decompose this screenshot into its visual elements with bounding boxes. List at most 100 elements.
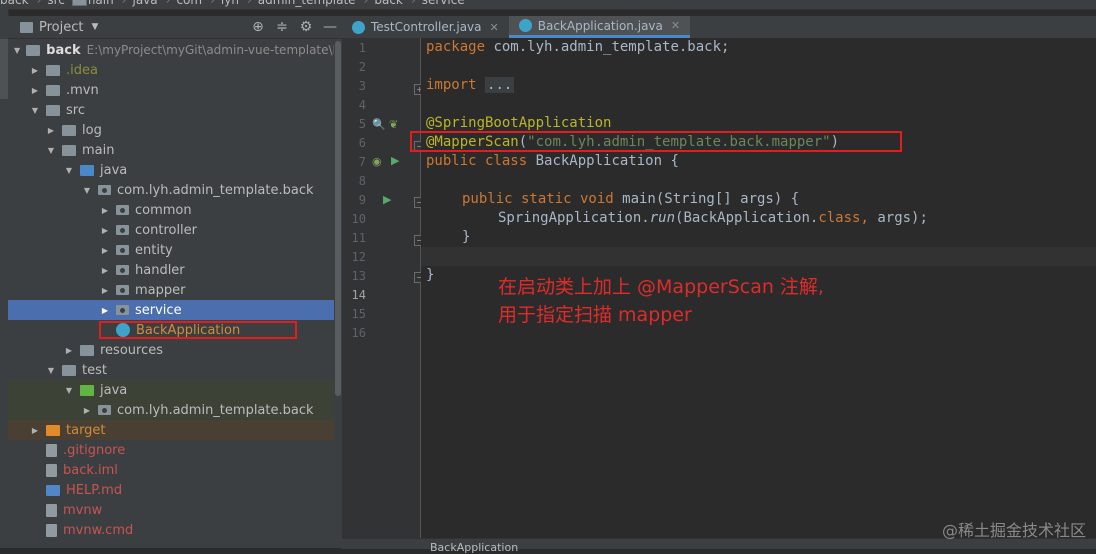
project-view-selector[interactable]: Project <box>39 20 83 35</box>
line-number: 10 <box>351 212 366 226</box>
tree-item-help-md[interactable]: ▶ HELP.md <box>8 480 334 500</box>
tab-testcontroller[interactable]: TestController.java ✕ <box>342 16 509 38</box>
breadcrumb-item[interactable]: back › <box>72 0 416 7</box>
expand-arrow-icon[interactable]: ▶ <box>30 86 40 95</box>
folded-imports[interactable]: ... <box>485 77 515 93</box>
folder-icon <box>62 364 76 376</box>
project-tree-scrollbar[interactable] <box>334 39 342 548</box>
locate-file-icon[interactable]: ⊕ <box>246 19 270 35</box>
expand-arrow-icon[interactable]: ▶ <box>100 286 110 295</box>
tree-item-mapper[interactable]: ▶ mapper <box>8 280 334 300</box>
code-text: } <box>426 267 435 283</box>
expand-arrow-icon[interactable]: ▶ <box>30 66 40 75</box>
tree-item-label: back <box>46 42 81 58</box>
expand-arrow-icon[interactable]: ▶ <box>100 206 110 215</box>
expand-arrow-icon[interactable]: ▼ <box>30 106 40 115</box>
code-line-9: public class BackApplication { <box>426 153 679 172</box>
tab-backapplication[interactable]: BackApplication.java ✕ <box>508 16 691 38</box>
tree-item-mvnw-cmd[interactable]: ▶ mvnw.cmd <box>8 520 334 540</box>
test-folder-icon <box>80 384 94 396</box>
tree-item-resources[interactable]: ▶ resources <box>8 340 334 360</box>
chevron-right-icon: › <box>363 0 369 7</box>
breadcrumb-item[interactable]: service <box>72 0 465 7</box>
spring-bean-icon[interactable]: ◉ <box>372 155 382 168</box>
close-icon[interactable]: ✕ <box>671 19 680 32</box>
tree-item-main[interactable]: ▼ main <box>8 140 334 160</box>
tree-item-log[interactable]: ▶ log <box>8 120 334 140</box>
line-number: 2 <box>358 60 366 74</box>
tree-item-test-java[interactable]: ▼ java <box>8 380 334 400</box>
expand-arrow-icon[interactable]: ▼ <box>64 386 74 395</box>
expand-arrow-icon[interactable]: ▶ <box>30 426 40 435</box>
folder-icon <box>62 124 76 136</box>
spring-leaf-icon[interactable]: ❦ <box>389 118 398 131</box>
breadcrumb-item[interactable]: back › <box>0 0 87 7</box>
keyword: package <box>426 39 486 55</box>
chevron-right-icon: › <box>210 0 215 7</box>
editor-gutter[interactable]: 1 2 3 4 5 6 7 8 9 10 11 12 13 14 15 16 🔍… <box>342 38 425 538</box>
line-number: 12 <box>351 250 366 264</box>
folder-icon <box>46 64 60 76</box>
folder-icon <box>80 344 94 356</box>
run-icon[interactable]: ▶ <box>383 193 391 206</box>
expand-arrow-icon[interactable]: ▶ <box>100 246 110 255</box>
bean-search-icon[interactable]: 🔍 <box>372 118 386 131</box>
tree-item-package[interactable]: ▼ com.lyh.admin_template.back <box>8 180 334 200</box>
scrollbar-thumb[interactable] <box>335 41 341 396</box>
expand-arrow-icon[interactable]: ▼ <box>46 146 56 155</box>
expand-arrow-icon[interactable]: ▶ <box>100 226 110 235</box>
tree-item-label: back.iml <box>63 462 118 478</box>
expand-arrow-icon[interactable]: ▼ <box>82 186 92 195</box>
run-icon[interactable]: ▶ <box>391 154 399 167</box>
tree-item-back-iml[interactable]: ▶ back.iml <box>8 460 334 480</box>
breadcrumb-item[interactable]: lyh › <box>72 0 252 7</box>
tree-item-src[interactable]: ▼ src <box>8 100 334 120</box>
expand-arrow-icon[interactable]: ▶ <box>100 266 110 275</box>
breadcrumb-item[interactable]: admin_template › <box>72 0 369 7</box>
tree-item-target[interactable]: ▶ target <box>8 420 334 440</box>
hide-panel-icon[interactable]: — <box>318 19 342 35</box>
project-path: E:\myProject\myGit\admin-vue-template\ba… <box>86 43 334 57</box>
collapse-all-icon[interactable]: ≑ <box>270 19 294 35</box>
breadcrumb-item[interactable]: java › <box>72 0 170 7</box>
line-number: 16 <box>351 326 366 340</box>
expand-arrow-icon[interactable]: ▶ <box>46 126 56 135</box>
tree-item-back[interactable]: ▼ back E:\myProject\myGit\admin-vue-temp… <box>8 40 334 60</box>
navigation-breadcrumb: back › src › main › java › com › lyh › admin_t… <box>0 0 1096 10</box>
java-class-icon <box>352 20 365 34</box>
tree-item-test-package[interactable]: ▶ com.lyh.admin_template.back <box>8 400 334 420</box>
tree-item-controller[interactable]: ▶ controller <box>8 220 334 240</box>
tree-item-entity[interactable]: ▶ entity <box>8 240 334 260</box>
expand-arrow-icon[interactable]: ▶ <box>82 406 92 415</box>
tree-item-mvn[interactable]: ▶ .mvn <box>8 80 334 100</box>
project-tree[interactable]: ▼ back E:\myProject\myGit\admin-vue-temp… <box>8 39 334 548</box>
chevron-down-icon[interactable]: ▼ <box>91 22 98 32</box>
tree-item-common[interactable]: ▶ common <box>8 200 334 220</box>
expand-arrow-icon[interactable]: ▶ <box>64 346 74 355</box>
tree-item-handler[interactable]: ▶ handler <box>8 260 334 280</box>
tree-item-test[interactable]: ▼ test <box>8 360 334 380</box>
gear-icon[interactable]: ⚙ <box>294 19 318 35</box>
code-text: com.lyh.admin_template.back; <box>485 39 730 55</box>
code-text: } <box>462 229 471 245</box>
tree-item-java[interactable]: ▼ java <box>8 160 334 180</box>
code-text: args); <box>868 210 928 226</box>
tree-item-idea[interactable]: ▶ .idea <box>8 60 334 80</box>
folder-icon <box>26 44 41 56</box>
tree-item-service[interactable]: ▶ service <box>8 300 334 320</box>
tree-item-gitignore[interactable]: ▶ .gitignore <box>8 440 334 460</box>
breadcrumb-item[interactable]: main › <box>72 0 126 7</box>
file-icon <box>46 523 57 537</box>
breadcrumb-item[interactable]: com › <box>72 0 215 7</box>
close-icon[interactable]: ✕ <box>490 21 499 34</box>
expand-arrow-icon[interactable]: ▼ <box>14 46 20 55</box>
code-line-1: package com.lyh.admin_template.back; <box>426 39 729 58</box>
expand-arrow-icon[interactable]: ▼ <box>46 366 56 375</box>
code-text: , <box>860 210 869 226</box>
tree-item-label: com.lyh.admin_template.back <box>117 182 314 198</box>
tree-item-mvnw[interactable]: ▶ mvnw <box>8 500 334 520</box>
expand-arrow-icon[interactable]: ▼ <box>64 166 74 175</box>
project-icon <box>20 21 33 33</box>
tree-item-label: service <box>135 302 182 318</box>
expand-arrow-icon[interactable]: ▶ <box>100 306 110 315</box>
